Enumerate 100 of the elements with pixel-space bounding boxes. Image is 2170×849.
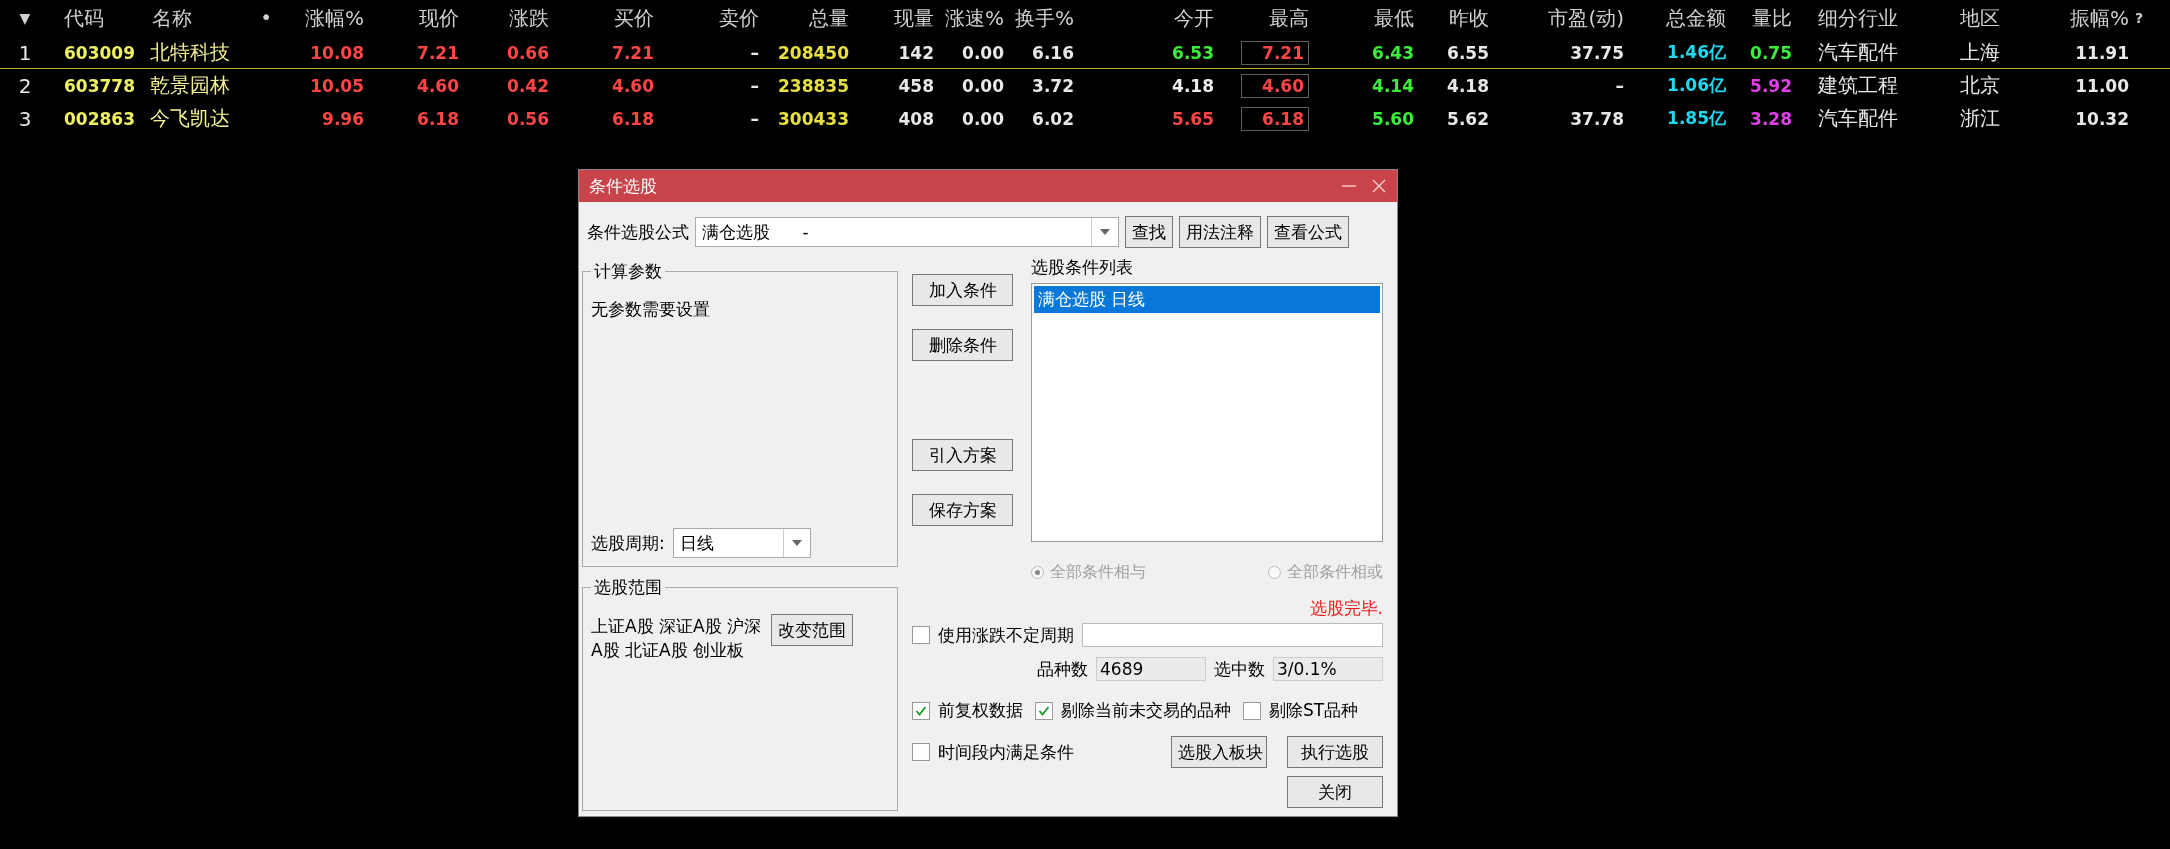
table-cell-text: 6.16 — [1031, 42, 1075, 63]
group-title: 计算参数 — [591, 260, 665, 283]
table-cell-text: 上海 — [1959, 39, 2001, 66]
table-cell-text: 238835 — [777, 75, 850, 96]
change-range-button[interactable]: 改变范围 — [771, 614, 853, 646]
table-cell-text: 458 — [897, 75, 935, 96]
table-cell-text: 603778 — [63, 75, 136, 96]
column-header[interactable]: 最高 — [1220, 4, 1315, 32]
table-cell-text: 3 — [17, 106, 33, 131]
readonly-field: 3/0.1% — [1273, 657, 1383, 681]
table-cell-text: – — [749, 75, 760, 96]
toolbar-button[interactable]: 查找 — [1125, 216, 1173, 248]
table-cell-text: 5.62 — [1446, 108, 1490, 129]
table-cell-text: 6.02 — [1031, 108, 1075, 129]
table-row[interactable]: 1 603009 北特科技 10.08 7.21 0.66 7.21 – 208450 142 0.00 6.16 6.53 7.21 6.43 6.55 37.75 1.46亿 0.75 汽车配件 上海 11.91 — [0, 36, 2170, 69]
column-header[interactable]: 现量 — [855, 4, 940, 32]
column-header[interactable]: 总量 — [765, 4, 855, 32]
table-cell-text: 6.18 — [611, 108, 655, 129]
table-cell-text: 北京 — [1959, 72, 2001, 99]
table-cell-text: 6.18 — [416, 108, 460, 129]
column-header[interactable]: 代码 — [50, 4, 140, 32]
table-cell: 6.18 — [1241, 106, 1309, 131]
table-cell-text: 0.56 — [506, 108, 550, 129]
table-cell-text: 9.96 — [321, 108, 365, 129]
table-cell-text: 乾景园林 — [149, 72, 231, 99]
column-header[interactable]: 买价 — [555, 4, 660, 32]
table-cell-text: 142 — [897, 42, 935, 63]
column-header[interactable]: 现价 — [370, 4, 465, 32]
table-cell-text: 0.00 — [961, 42, 1005, 63]
action-button[interactable]: 删除条件 — [912, 329, 1013, 361]
table-cell-text: 北特科技 — [149, 39, 231, 66]
checkbox[interactable] — [1035, 701, 1053, 720]
column-marker: • — [260, 4, 272, 31]
table-cell-text: 37.75 — [1569, 42, 1625, 63]
table-cell-text: – — [749, 108, 760, 129]
table-cell-text: 0.00 — [961, 75, 1005, 96]
table-row[interactable]: 3 002863 今飞凯达 9.96 6.18 0.56 6.18 – 300433 408 0.00 6.02 5.65 6.18 5.60 5.62 37.78 1.85亿 3.28 汽车配件 浙江 10.32 — [0, 102, 2170, 135]
table-cell-text: 10.05 — [309, 75, 365, 96]
column-header[interactable]: 昨收 — [1420, 4, 1495, 32]
formula-dropdown[interactable]: 满仓选股 - — [695, 217, 1119, 247]
column-header[interactable]: 最低 — [1315, 4, 1420, 32]
list-item[interactable]: 满仓选股 日线 — [1034, 286, 1380, 313]
column-header[interactable]: 细分行业 — [1798, 4, 1930, 32]
column-header[interactable]: 涨跌 — [465, 4, 555, 32]
checkbox[interactable] — [912, 743, 930, 761]
sort-toggle[interactable]: ▼ — [0, 10, 50, 26]
action-button[interactable]: 选股入板块 — [1171, 736, 1267, 768]
help-mark[interactable]: ? — [2135, 10, 2170, 26]
list-label: 选股条件列表 — [1031, 256, 1134, 279]
info-text: 无参数需要设置 — [591, 298, 711, 321]
column-header[interactable]: 振幅% — [2030, 4, 2135, 32]
toolbar-button[interactable]: 查看公式 — [1267, 216, 1349, 248]
column-header[interactable]: 卖价 — [660, 4, 765, 32]
column-header[interactable]: 市盈(动) — [1495, 4, 1630, 32]
table-cell-text: 11.91 — [2074, 42, 2130, 63]
table-cell-text: 建筑工程 — [1817, 72, 1899, 99]
column-header[interactable]: 量比 — [1732, 4, 1798, 32]
period-dropdown[interactable]: 日线 — [672, 528, 811, 558]
checkbox[interactable] — [912, 701, 930, 720]
column-header[interactable]: 名称 — [152, 4, 192, 32]
table-cell-text: 208450 — [777, 42, 850, 63]
table-cell-text: 0.66 — [506, 42, 550, 63]
table-cell-text: 6.43 — [1371, 42, 1415, 63]
action-button[interactable]: 引入方案 — [912, 439, 1013, 471]
column-header[interactable]: 换手% — [1010, 4, 1080, 32]
table-cell-text: 37.78 — [1569, 108, 1625, 129]
table-cell-text: 3.72 — [1031, 75, 1075, 96]
table-cell-text: 汽车配件 — [1817, 105, 1899, 132]
column-header[interactable]: 地区 — [1930, 4, 2030, 32]
column-header[interactable]: 总金额 — [1630, 4, 1732, 32]
table-cell-text: 002863 — [63, 108, 136, 129]
field-label: 品种数 — [1037, 657, 1088, 681]
range-text: 上证A股 深证A股 沪深A股 北证A股 创业板 — [591, 615, 763, 662]
table-cell-text: 5.65 — [1171, 108, 1215, 129]
close-icon[interactable] — [1371, 178, 1387, 194]
table-cell-text: 4.60 — [611, 75, 655, 96]
caret-icon[interactable] — [1100, 229, 1110, 235]
table-cell-text: 603009 — [63, 42, 136, 63]
caret-icon[interactable] — [791, 540, 802, 546]
radio-label: 全部条件相与 — [1050, 561, 1146, 583]
action-button[interactable]: 执行选股 — [1287, 736, 1383, 768]
column-header[interactable]: 今开 — [1080, 4, 1220, 32]
close-button[interactable]: 关闭 — [1287, 776, 1383, 808]
table-cell-text: 2 — [17, 73, 33, 98]
column-header[interactable]: 涨速% — [940, 4, 1010, 32]
table-cell-text: 4.18 — [1171, 75, 1215, 96]
toolbar-button[interactable]: 用法注释 — [1179, 216, 1261, 248]
field-label: 选股周期: — [591, 531, 665, 555]
checkbox[interactable] — [912, 626, 930, 644]
table-cell-text: 3.28 — [1749, 108, 1793, 129]
action-button[interactable]: 加入条件 — [912, 274, 1013, 306]
column-header[interactable]: 涨幅% — [280, 4, 370, 32]
checkbox[interactable] — [1243, 701, 1261, 720]
checkbox-label: 使用涨跌不定周期 — [938, 623, 1074, 647]
table-cell-text: 今飞凯达 — [149, 105, 231, 132]
table-row[interactable]: 2 603778 乾景园林 10.05 4.60 0.42 4.60 – 238835 458 0.00 3.72 4.18 4.60 4.14 4.18 – 1.06亿 5.92 建筑工程 北京 11.00 — [0, 69, 2170, 102]
field-label: 选中数 — [1214, 657, 1265, 681]
readonly-field: 4689 — [1096, 657, 1206, 681]
action-button[interactable]: 保存方案 — [912, 494, 1013, 526]
input-field[interactable] — [1082, 623, 1383, 647]
